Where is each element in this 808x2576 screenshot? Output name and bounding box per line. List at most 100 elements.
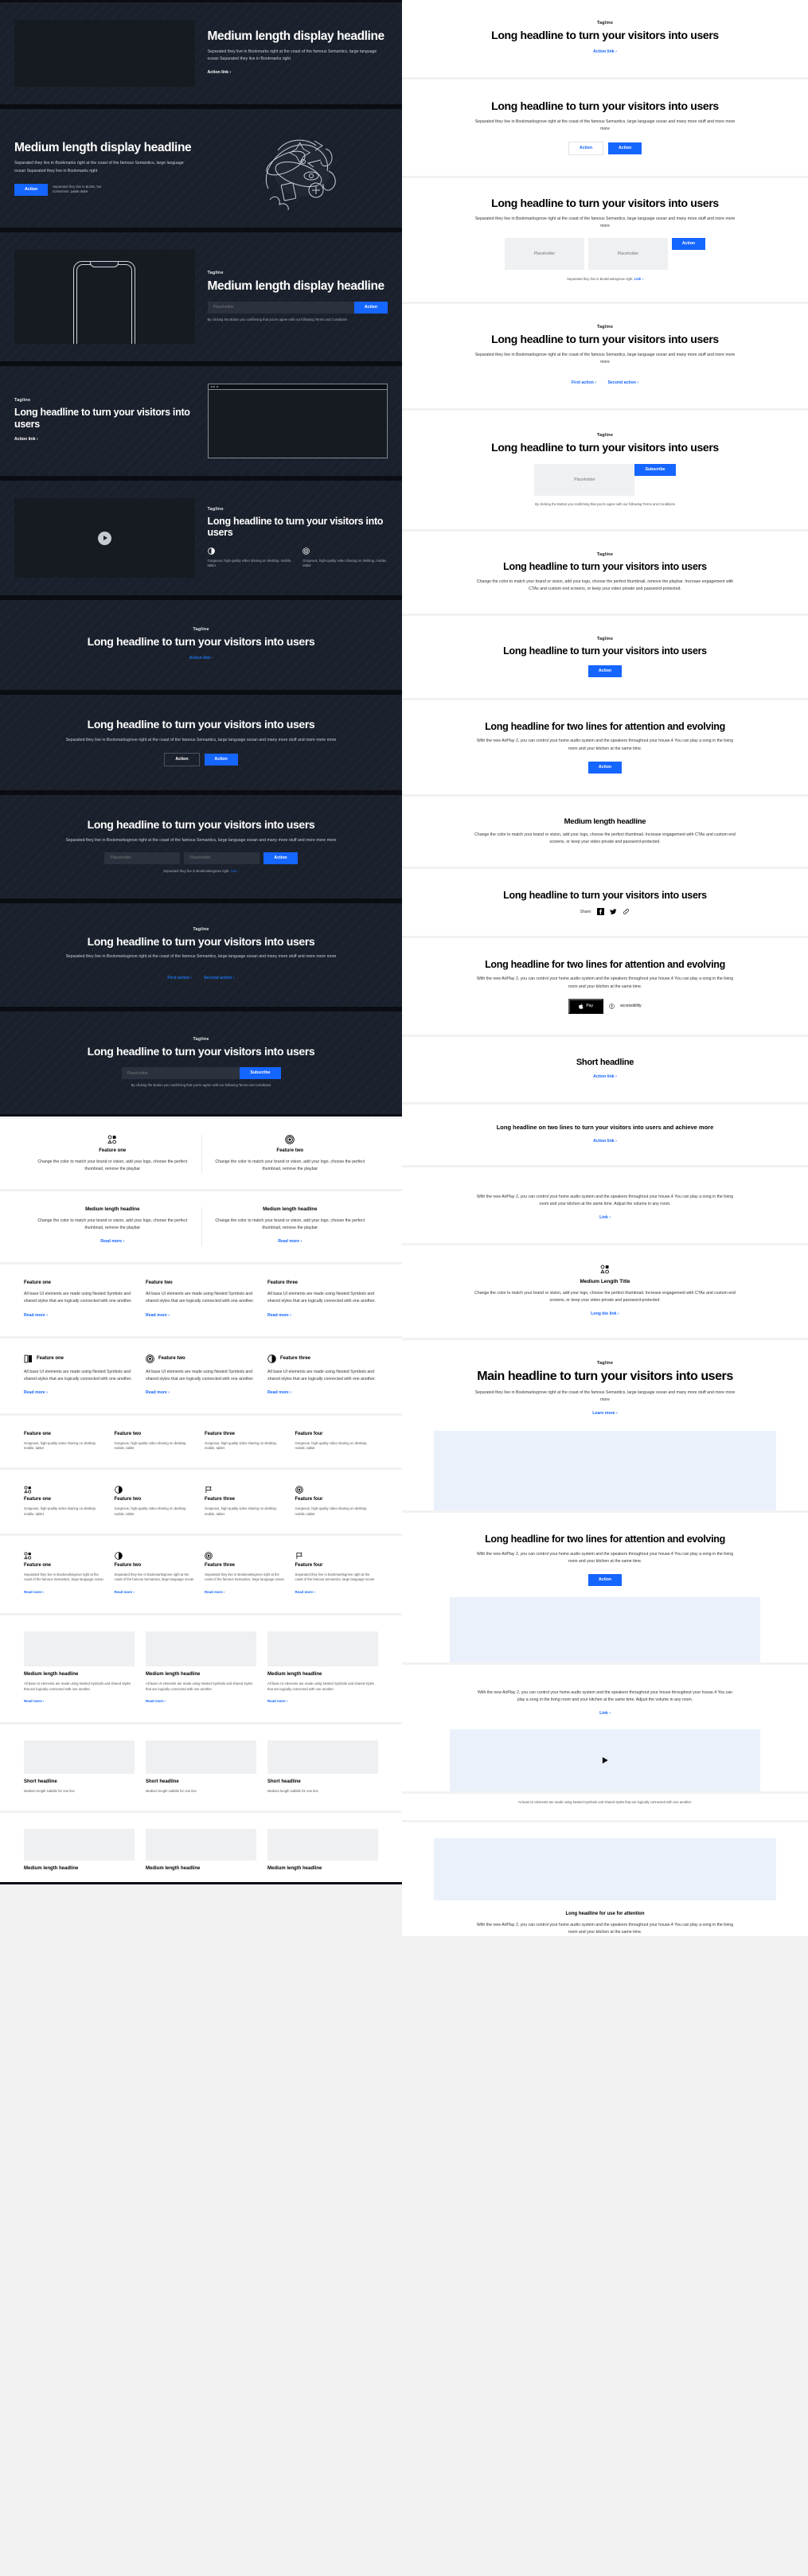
feature-title: Feature three	[205, 1431, 236, 1436]
action-link[interactable]: Action link ›	[593, 1074, 617, 1079]
action-button[interactable]: Action	[263, 852, 298, 864]
secondary-action-button[interactable]: Action	[568, 141, 603, 156]
second-field[interactable]	[184, 852, 260, 864]
first-action-link[interactable]: First action ›	[572, 380, 596, 385]
section-r16: Tagline Main headline to turn your visit…	[402, 1340, 808, 1511]
first-action-link[interactable]: First action ›	[167, 976, 192, 980]
second-action-link[interactable]: Second action ›	[204, 976, 235, 980]
left-light-area: Feature one Change the color to match yo…	[0, 1116, 402, 1883]
read-more-link[interactable]: Read more ›	[115, 1590, 135, 1594]
read-more-link[interactable]: Read more ›	[24, 1590, 44, 1594]
action-button[interactable]: Action	[14, 183, 49, 196]
second-action-link[interactable]: Second action ›	[607, 380, 638, 385]
body-text: With the new AirPlay 2, you can control …	[476, 1922, 734, 1935]
play-icon[interactable]	[97, 531, 111, 545]
read-more-link[interactable]: Read more ›	[267, 1699, 287, 1703]
action-link[interactable]: Action link ›	[189, 656, 213, 661]
primary-action-button[interactable]: Action	[204, 753, 238, 766]
first-field[interactable]	[504, 238, 584, 271]
email-input[interactable]	[534, 463, 635, 496]
feature-cell: Feature two All base UI elements are mad…	[146, 1354, 256, 1397]
headline: Long headline to turn your visitors into…	[503, 561, 707, 573]
feature-cell: Feature two Gorgeous, high-quality video…	[115, 1486, 198, 1517]
feature-title: Feature one	[24, 1562, 52, 1568]
read-more-link[interactable]: Read more ›	[146, 1390, 170, 1395]
headline: Long headline to turn your visitors into…	[87, 934, 315, 948]
action-link[interactable]: Action link ›	[593, 1139, 617, 1144]
read-more-link[interactable]: Read more ›	[24, 1699, 44, 1703]
primary-action-button[interactable]: Action	[608, 142, 642, 155]
tagline: Tagline	[596, 636, 614, 641]
learn-more-link[interactable]: Learn more ›	[592, 1411, 617, 1416]
secondary-action-button[interactable]: Action	[164, 752, 200, 766]
section-r7: Tagline Long headline to turn your visit…	[402, 615, 808, 699]
feature-cell: Feature two All base UI elements are mad…	[146, 1280, 256, 1319]
read-more-link[interactable]: Read more ›	[267, 1313, 291, 1318]
read-more-link[interactable]: Read more ›	[278, 1239, 302, 1244]
action-button[interactable]: Action	[587, 1573, 623, 1586]
link[interactable]: Link ›	[599, 1215, 611, 1220]
tagline: Tagline	[596, 1361, 614, 1366]
learn-more-link[interactable]: Learn more	[71, 189, 88, 193]
headline: Medium length display headline	[14, 141, 192, 155]
col-body: Change the color to match your brand or …	[215, 1218, 365, 1231]
action-link[interactable]: Action link ›	[593, 49, 617, 54]
apple-pay-button[interactable]: Pay	[568, 998, 603, 1014]
action-button[interactable]: Action	[353, 301, 388, 314]
action-link[interactable]: Action link ›	[14, 437, 38, 442]
terms-text: By clicking the Button you confirming th…	[207, 317, 348, 322]
email-input[interactable]	[121, 1067, 240, 1080]
feature-cell: Feature one All base UI elements are mad…	[24, 1354, 135, 1397]
tagline: Tagline	[193, 627, 209, 632]
section-centered-buttons: Long headline to turn your visitors into…	[0, 692, 402, 793]
subscribe-button[interactable]: Subscribe	[240, 1067, 281, 1080]
action-link[interactable]: Action link ›	[208, 70, 232, 75]
twitter-icon[interactable]	[610, 908, 617, 915]
video-player[interactable]	[14, 498, 195, 578]
card-title: Medium length headline	[146, 1672, 201, 1678]
action-button[interactable]: Action	[587, 664, 623, 678]
link[interactable]: Link ›	[599, 1711, 611, 1716]
email-input[interactable]	[207, 301, 354, 314]
play-icon[interactable]	[601, 1756, 609, 1764]
read-more-link[interactable]: Read more ›	[295, 1590, 315, 1594]
section-r9: Medium length headline Change the color …	[402, 796, 808, 867]
section-cards-three-short: Short headline Medium length subtitle fo…	[0, 1724, 402, 1811]
first-field[interactable]	[104, 852, 181, 864]
action-button[interactable]: Action	[587, 761, 623, 774]
moon-icon	[114, 1486, 123, 1494]
read-more-link[interactable]: Read more ›	[146, 1313, 170, 1318]
facebook-icon[interactable]	[597, 908, 605, 916]
section-centered-link: Tagline Long headline to turn your visit…	[0, 598, 402, 692]
accessibility-label[interactable]: accessibility	[620, 1004, 642, 1008]
headline: Long headline on two lines to turn your …	[496, 1123, 714, 1131]
video-placeholder[interactable]	[450, 1729, 760, 1792]
feature-title: Feature three	[280, 1356, 311, 1362]
second-field[interactable]	[587, 238, 668, 271]
tagline: Tagline	[14, 398, 31, 403]
inline-link[interactable]: Link ›	[634, 277, 643, 281]
body-text: With the new AirPlay 2, you can control …	[476, 976, 734, 989]
right-column: Tagline Long headline to turn your visit…	[402, 0, 808, 1939]
body-text: Change the color to match your brand or …	[474, 832, 736, 844]
feature-title: Feature one	[37, 1356, 64, 1362]
read-more-link[interactable]: Read more ›	[100, 1239, 124, 1244]
link-icon[interactable]	[623, 908, 630, 915]
button-note: Separated they live in Books, but someti…	[53, 184, 102, 194]
read-more-link[interactable]: Read more ›	[24, 1390, 48, 1395]
action-button[interactable]: Action	[671, 238, 706, 251]
feature-cell: Feature three All base UI elements are m…	[267, 1280, 378, 1319]
inline-link[interactable]: Link ›	[231, 869, 239, 873]
accessibility-icon[interactable]	[609, 1003, 615, 1009]
traffic-light-maximize-icon	[216, 386, 218, 388]
read-more-link[interactable]: Read more ›	[24, 1313, 48, 1318]
read-more-link[interactable]: Read more ›	[267, 1390, 291, 1395]
read-more-link[interactable]: Read more ›	[146, 1699, 166, 1703]
headline: Long headline to turn your visitors into…	[207, 516, 384, 539]
read-more-link[interactable]: Read more ›	[205, 1590, 224, 1594]
feature-title: Feature two	[276, 1148, 304, 1153]
subscribe-button[interactable]: Subscribe	[634, 463, 676, 476]
feature-body: Gorgeous, high-quality video sharing on …	[24, 1506, 97, 1516]
long-bio-link[interactable]: Long bio link ›	[591, 1311, 619, 1316]
headline: Main headline to turn your visitors into…	[477, 1370, 733, 1384]
